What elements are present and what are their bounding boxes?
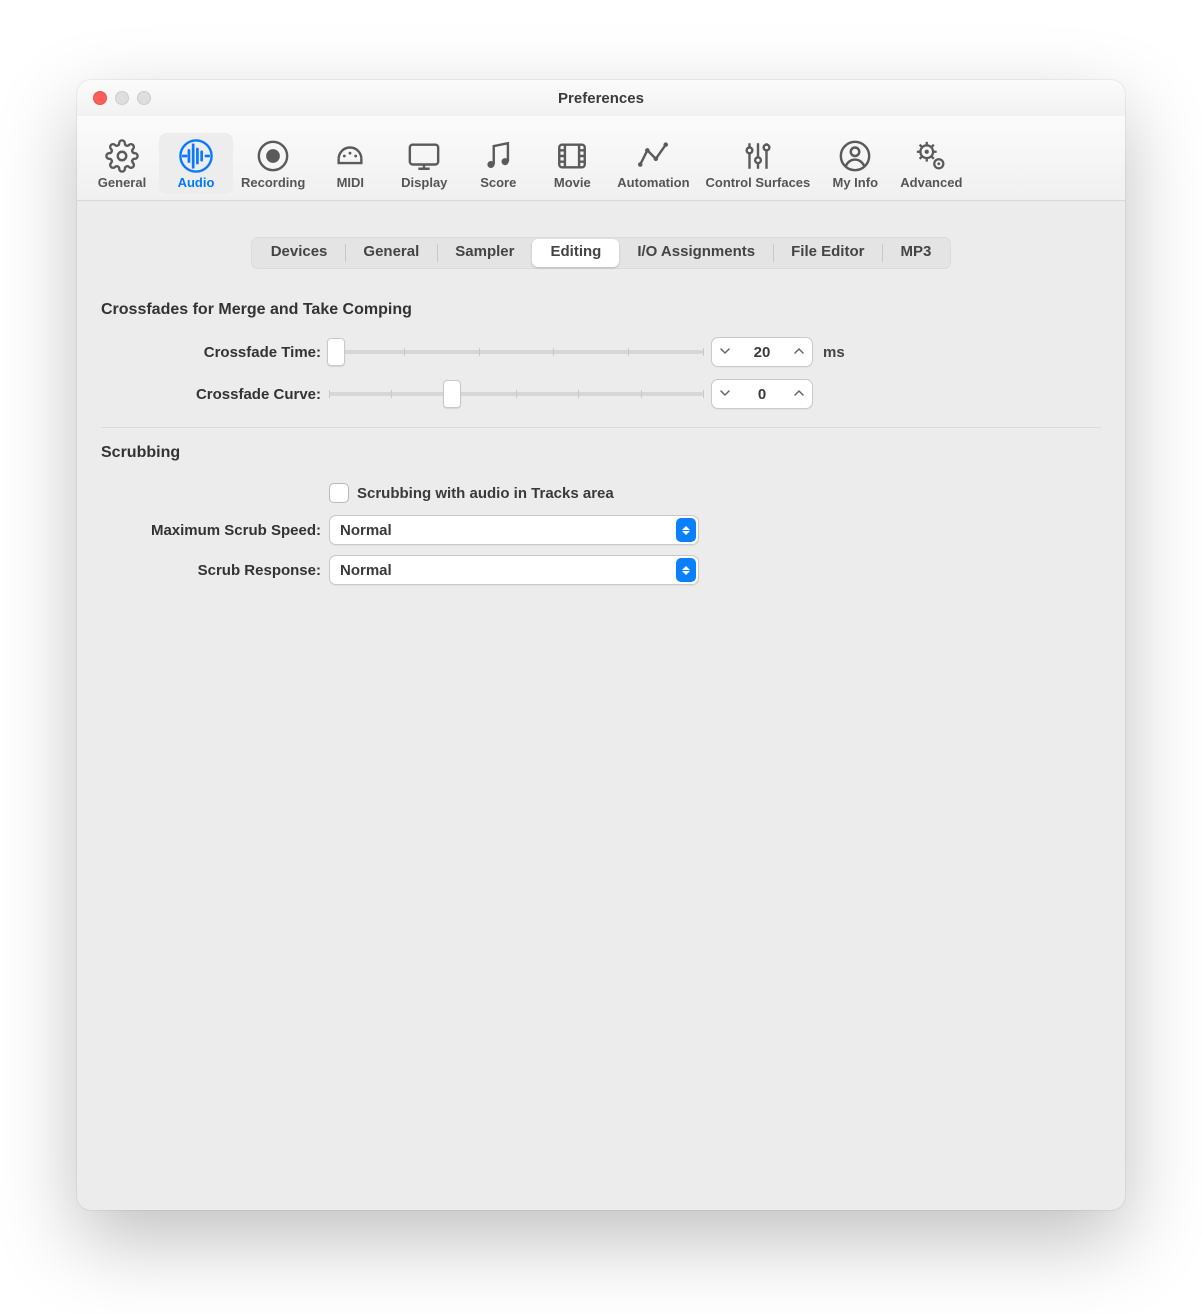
stepper-up-icon[interactable] — [790, 389, 808, 400]
toolbar-item-advanced[interactable]: Advanced — [892, 133, 970, 194]
toolbar-item-my-info[interactable]: My Info — [818, 133, 892, 194]
segmented-control: Devices General Sampler Editing I/O Assi… — [251, 237, 952, 269]
gears-icon — [914, 139, 948, 173]
crossfade-time-stepper[interactable]: 20 — [711, 337, 813, 367]
stepper-down-icon[interactable] — [716, 389, 734, 400]
subtab-io-assignments[interactable]: I/O Assignments — [619, 239, 773, 267]
toolbar-label: Recording — [241, 175, 305, 190]
toolbar-item-display[interactable]: Display — [387, 133, 461, 194]
max-scrub-speed-value: Normal — [340, 522, 392, 539]
subtab-devices[interactable]: Devices — [253, 239, 346, 267]
scrubbing-audio-checkbox-label: Scrubbing with audio in Tracks area — [357, 485, 614, 502]
toolbar-label: Movie — [554, 175, 591, 190]
crossfade-curve-slider[interactable] — [329, 383, 703, 405]
record-icon — [256, 139, 290, 173]
crossfade-time-row: Crossfade Time: 20 — [101, 333, 1101, 371]
toolbar-label: Advanced — [900, 175, 962, 190]
titlebar: Preferences — [77, 80, 1125, 116]
crossfades-heading: Crossfades for Merge and Take Comping — [101, 293, 1101, 333]
toolbar-item-automation[interactable]: Automation — [609, 133, 697, 194]
subtab-sampler[interactable]: Sampler — [437, 239, 532, 267]
max-scrub-speed-popup[interactable]: Normal — [329, 515, 699, 545]
waveform-icon — [179, 139, 213, 173]
crossfade-time-slider[interactable] — [329, 341, 703, 363]
audio-subtabs: Devices General Sampler Editing I/O Assi… — [77, 201, 1125, 269]
crossfade-time-slider-thumb[interactable] — [327, 338, 345, 366]
editing-pane: Crossfades for Merge and Take Comping Cr… — [77, 269, 1125, 590]
scrub-response-value: Normal — [340, 562, 392, 579]
toolbar-item-recording[interactable]: Recording — [233, 133, 313, 194]
window-title: Preferences — [77, 90, 1125, 107]
scrub-response-label: Scrub Response: — [101, 562, 321, 579]
scrubbing-heading: Scrubbing — [101, 436, 1101, 476]
toolbar-label: Audio — [178, 175, 215, 190]
popup-arrows-icon — [676, 558, 696, 582]
preferences-toolbar: General Audio Recording MIDI Display — [77, 116, 1125, 201]
crossfade-curve-slider-thumb[interactable] — [443, 380, 461, 408]
display-icon — [407, 139, 441, 173]
crossfade-time-unit: ms — [819, 344, 1101, 361]
subtab-editing[interactable]: Editing — [532, 239, 619, 267]
scrub-response-row: Scrub Response: Normal — [101, 550, 1101, 590]
toolbar-label: Display — [401, 175, 447, 190]
toolbar-item-audio[interactable]: Audio — [159, 133, 233, 194]
midi-port-icon — [333, 139, 367, 173]
film-icon — [555, 139, 589, 173]
toolbar-label: Automation — [617, 175, 689, 190]
max-scrub-speed-row: Maximum Scrub Speed: Normal — [101, 510, 1101, 550]
toolbar-label: General — [98, 175, 146, 190]
scrub-response-popup[interactable]: Normal — [329, 555, 699, 585]
stepper-down-icon[interactable] — [716, 347, 734, 358]
scrubbing-audio-checkbox[interactable] — [329, 483, 349, 503]
section-divider — [101, 427, 1101, 428]
toolbar-item-control-surfaces[interactable]: Control Surfaces — [698, 133, 819, 194]
person-circle-icon — [838, 139, 872, 173]
crossfade-time-label: Crossfade Time: — [101, 344, 321, 361]
stepper-up-icon[interactable] — [790, 347, 808, 358]
toolbar-label: MIDI — [337, 175, 364, 190]
sliders-icon — [741, 139, 775, 173]
crossfade-curve-value: 0 — [734, 386, 790, 403]
automation-curve-icon — [636, 139, 670, 173]
toolbar-item-midi[interactable]: MIDI — [313, 133, 387, 194]
preferences-window: Preferences General Audio Recording — [77, 80, 1125, 1210]
toolbar-item-score[interactable]: Score — [461, 133, 535, 194]
subtab-mp3[interactable]: MP3 — [882, 239, 949, 267]
scrubbing-audio-checkbox-row: Scrubbing with audio in Tracks area — [101, 476, 1101, 510]
toolbar-item-movie[interactable]: Movie — [535, 133, 609, 194]
crossfade-curve-label: Crossfade Curve: — [101, 386, 321, 403]
subtab-file-editor[interactable]: File Editor — [773, 239, 882, 267]
subtab-general[interactable]: General — [345, 239, 437, 267]
toolbar-label: My Info — [833, 175, 879, 190]
gear-icon — [105, 139, 139, 173]
toolbar-item-general[interactable]: General — [85, 133, 159, 194]
crossfade-time-value: 20 — [734, 344, 790, 361]
toolbar-label: Score — [480, 175, 516, 190]
crossfade-curve-stepper[interactable]: 0 — [711, 379, 813, 409]
crossfade-curve-row: Crossfade Curve: 0 — [101, 375, 1101, 413]
popup-arrows-icon — [676, 518, 696, 542]
music-note-icon — [481, 139, 515, 173]
max-scrub-speed-label: Maximum Scrub Speed: — [101, 522, 321, 539]
toolbar-label: Control Surfaces — [706, 175, 811, 190]
